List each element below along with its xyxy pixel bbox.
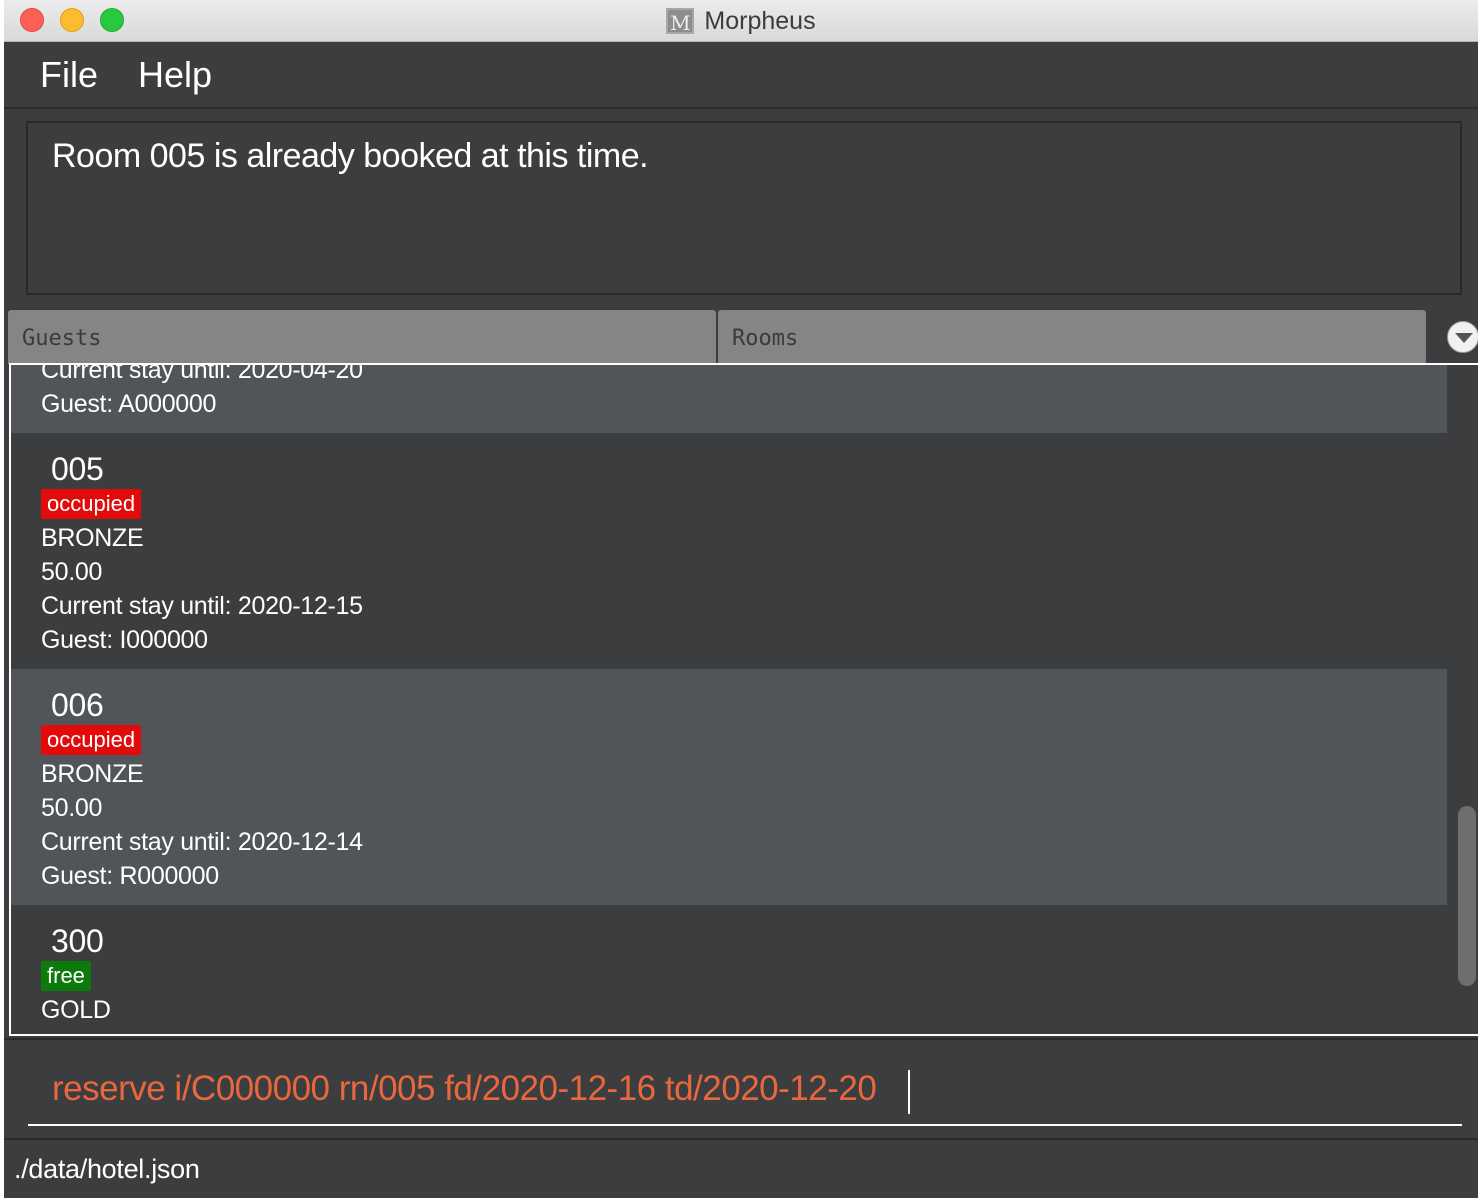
result-display: Room 005 is already booked at this time. [26, 121, 1462, 295]
app-icon: M [666, 8, 695, 35]
tab-list-dropdown-icon[interactable] [1447, 321, 1478, 353]
save-file-path: ./data/hotel.json [14, 1154, 200, 1184]
room-guest: Guest: I000000 [41, 626, 208, 654]
room-number: 005 [51, 451, 104, 487]
text-caret [908, 1070, 910, 1114]
status-bar: ./data/hotel.json [4, 1138, 1478, 1198]
tab-guests[interactable]: Guests [8, 310, 716, 364]
room-card[interactable]: 300 free GOLD 300.00 [11, 905, 1447, 1034]
command-pane [4, 1038, 1478, 1138]
result-pane: Room 005 is already booked at this time. [4, 111, 1478, 307]
tab-bar: Guests Rooms [4, 307, 1478, 364]
room-tier: BRONZE [41, 524, 144, 552]
room-status-badge: free [41, 961, 91, 991]
room-stay: Current stay until: 2020-12-14 [41, 828, 363, 856]
room-status-badge: occupied [41, 489, 142, 519]
room-stay: Current stay until: 2020-04-20 [41, 363, 363, 384]
scrollbar-thumb[interactable] [1458, 806, 1476, 986]
app-window: M Morpheus File Help Room 005 is already… [4, 0, 1478, 1198]
room-number: 006 [51, 687, 104, 723]
room-guest: Guest: R000000 [41, 862, 219, 890]
menu-file[interactable]: File [40, 54, 98, 96]
command-input[interactable] [28, 1054, 1462, 1126]
room-card[interactable]: 006 occupied BRONZE 50.00 Current stay u… [11, 669, 1447, 905]
room-number: 300 [51, 923, 104, 959]
room-tier: BRONZE [41, 760, 144, 788]
room-card-partial[interactable]: Current stay until: 2020-04-20 Guest: A0… [11, 363, 1447, 433]
room-price: 300.00 [41, 1027, 1447, 1034]
room-guest: Guest: A000000 [41, 390, 217, 418]
menu-bar: File Help [4, 43, 1478, 109]
window-title: Morpheus [704, 6, 816, 35]
room-stay: Current stay until: 2020-12-15 [41, 592, 363, 620]
room-status-badge: occupied [41, 725, 142, 755]
menu-help[interactable]: Help [138, 54, 212, 96]
room-tier: GOLD [41, 996, 111, 1024]
room-price: 50.00 [41, 794, 103, 822]
title-bar: M Morpheus [4, 0, 1478, 42]
room-list[interactable]: Current stay until: 2020-04-20 Guest: A0… [9, 363, 1478, 1036]
room-price: 50.00 [41, 558, 103, 586]
room-card[interactable]: 005 occupied BRONZE 50.00 Current stay u… [11, 433, 1447, 669]
tab-rooms[interactable]: Rooms [718, 310, 1426, 364]
